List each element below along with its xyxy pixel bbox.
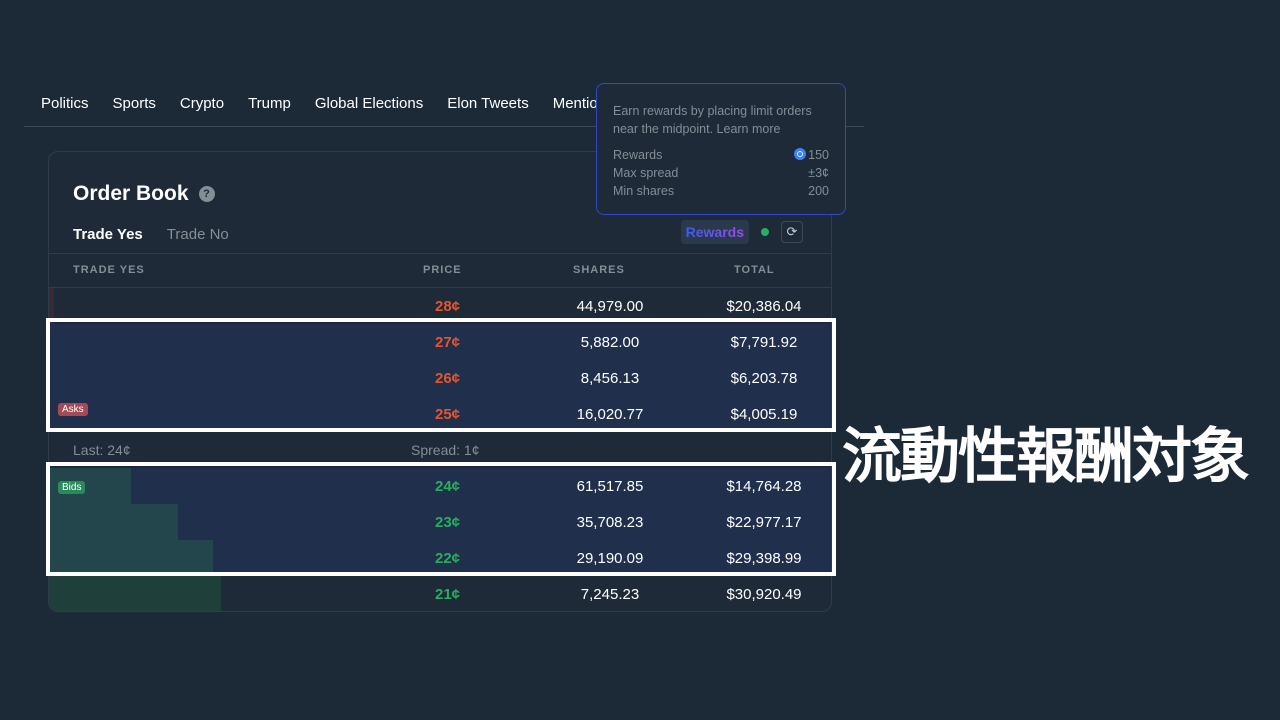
tooltip-value: 200 — [808, 184, 829, 198]
annotation-caption: 流動性報酬対象 — [842, 422, 1250, 492]
tab-trade-no[interactable]: Trade No — [167, 226, 229, 243]
live-status-dot — [761, 228, 769, 236]
tooltip-row-min-shares: Min shares 200 — [613, 182, 829, 200]
tooltip-value: ±3¢ — [808, 166, 829, 180]
ask-total: $20,386.04 — [726, 298, 802, 315]
tooltip-label: Min shares — [613, 184, 675, 198]
nav-item-sports[interactable]: Sports — [113, 95, 156, 112]
ask-price: 28¢ — [435, 298, 461, 315]
tooltip-value: 150 — [808, 148, 829, 162]
asks-highlight-box — [46, 318, 836, 432]
tooltip-row-rewards: Rewards 150 — [613, 146, 829, 164]
trade-tabs: Trade Yes Trade No — [73, 226, 229, 243]
tab-trade-yes[interactable]: Trade Yes — [73, 226, 143, 243]
rewards-button[interactable]: Rewards — [680, 220, 749, 244]
bid-row[interactable]: 21¢ 7,245.23 $30,920.49 — [49, 576, 831, 611]
usdc-coin-icon — [794, 148, 807, 160]
question-circle-icon[interactable]: ? — [198, 186, 215, 202]
column-header-shares: SHARES — [573, 264, 625, 276]
spread: Spread: 1¢ — [411, 442, 480, 458]
tooltip-label: Max spread — [613, 166, 679, 180]
tooltip-label: Rewards — [613, 148, 663, 162]
tooltip-row-max-spread: Max spread ±3¢ — [613, 164, 829, 182]
order-book-controls: Rewards ⟳ — [680, 220, 803, 244]
table-header: TRADE YES PRICE SHARES TOTAL — [49, 253, 831, 287]
bid-shares: 7,245.23 — [580, 586, 640, 603]
nav-item-crypto[interactable]: Crypto — [180, 95, 224, 112]
tooltip-description: Earn rewards by placing limit orders nea… — [613, 104, 812, 136]
bid-price: 21¢ — [435, 586, 461, 603]
ask-shares: 44,979.00 — [576, 298, 644, 315]
depth-bar — [49, 576, 222, 611]
nav-item-elon-tweets[interactable]: Elon Tweets — [447, 95, 528, 112]
bids-highlight-box — [46, 462, 836, 576]
nav-item-politics[interactable]: Politics — [41, 95, 89, 112]
last-price: Last: 24¢ — [73, 442, 131, 458]
rewards-label: Rewards — [685, 224, 744, 240]
column-header-trade-yes: TRADE YES — [73, 264, 145, 276]
column-header-total: TOTAL — [734, 264, 775, 276]
nav-item-global-elections[interactable]: Global Elections — [315, 95, 423, 112]
nav-item-trump[interactable]: Trump — [248, 95, 291, 112]
refresh-icon: ⟳ — [786, 224, 798, 239]
bid-total: $30,920.49 — [726, 586, 802, 603]
column-header-price: PRICE — [423, 264, 462, 276]
rewards-tooltip: Earn rewards by placing limit orders nea… — [596, 83, 846, 215]
order-book-title: Order Book ? — [73, 182, 215, 206]
refresh-button[interactable]: ⟳ — [781, 221, 803, 243]
order-book-title-text: Order Book — [73, 182, 189, 205]
